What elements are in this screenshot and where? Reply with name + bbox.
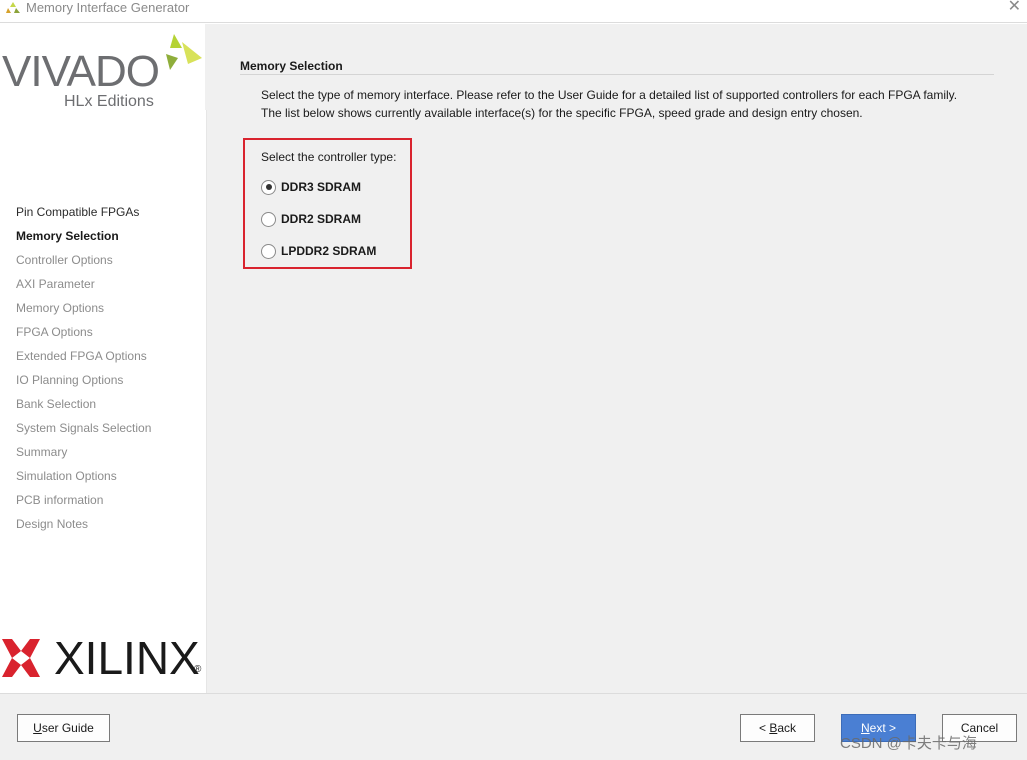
vivado-logo-mark bbox=[166, 34, 202, 70]
radio-ddr3-sdram[interactable]: DDR3 SDRAM bbox=[261, 178, 361, 196]
vivado-logo: VIVADO HLx Editions bbox=[0, 24, 207, 134]
sidebar-item-axi-parameter[interactable]: AXI Parameter bbox=[16, 276, 151, 300]
xilinx-logo-word: XILINX bbox=[54, 632, 200, 684]
page-description: Select the type of memory interface. Ple… bbox=[261, 86, 1001, 122]
sidebar: VIVADO HLx Editions Pin Compatible FPGAs… bbox=[0, 24, 207, 693]
radio-label[interactable]: DDR2 SDRAM bbox=[281, 212, 361, 226]
sidebar-item-io-planning-options[interactable]: IO Planning Options bbox=[16, 372, 151, 396]
main-panel: Memory Selection Select the type of memo… bbox=[207, 24, 1027, 693]
radio-button[interactable] bbox=[261, 179, 276, 195]
radio-button[interactable] bbox=[261, 243, 276, 259]
vivado-logo-word: VIVADO bbox=[2, 47, 160, 96]
sidebar-item-pcb-information[interactable]: PCB information bbox=[16, 492, 151, 516]
xilinx-logo: XILINX ® bbox=[0, 629, 207, 689]
sidebar-item-design-notes[interactable]: Design Notes bbox=[16, 516, 151, 540]
user-guide-mnemonic: U bbox=[33, 721, 42, 735]
radio-lpddr2-sdram[interactable]: LPDDR2 SDRAM bbox=[261, 242, 376, 260]
registered-mark: ® bbox=[194, 664, 202, 675]
sidebar-item-pin-compatible-fpgas[interactable]: Pin Compatible FPGAs bbox=[16, 204, 151, 228]
vivado-app-icon bbox=[6, 2, 20, 13]
sidebar-item-bank-selection[interactable]: Bank Selection bbox=[16, 396, 151, 420]
description-line-2: The list below shows currently available… bbox=[261, 106, 863, 120]
back-button[interactable]: < Back bbox=[740, 714, 815, 742]
close-icon[interactable]: ✕ bbox=[1008, 0, 1021, 15]
radio-label[interactable]: LPDDR2 SDRAM bbox=[281, 244, 376, 258]
xilinx-logo-mark bbox=[2, 639, 40, 677]
sidebar-item-extended-fpga-options[interactable]: Extended FPGA Options bbox=[16, 348, 151, 372]
title-bar: Memory Interface Generator ✕ bbox=[0, 0, 1027, 23]
radio-label[interactable]: DDR3 SDRAM bbox=[281, 180, 361, 194]
sidebar-item-simulation-options[interactable]: Simulation Options bbox=[16, 468, 151, 492]
sidebar-item-memory-options[interactable]: Memory Options bbox=[16, 300, 151, 324]
page-title: Memory Selection bbox=[240, 59, 343, 73]
back-prefix: < bbox=[758, 721, 770, 735]
controller-type-group: Select the controller type: DDR3 SDRAM D… bbox=[243, 138, 412, 269]
controller-type-label: Select the controller type: bbox=[261, 150, 397, 164]
hlx-editions-label: HLx Editions bbox=[64, 93, 154, 110]
description-line-1: Select the type of memory interface. Ple… bbox=[261, 88, 958, 102]
sidebar-item-memory-selection[interactable]: Memory Selection bbox=[16, 228, 151, 252]
csdn-watermark: CSDN @卡夫卡与海 bbox=[840, 735, 977, 752]
sidebar-item-controller-options[interactable]: Controller Options bbox=[16, 252, 151, 276]
window-title: Memory Interface Generator bbox=[26, 0, 190, 15]
user-guide-label: ser Guide bbox=[41, 721, 94, 735]
user-guide-button[interactable]: User Guide bbox=[17, 714, 110, 742]
sidebar-item-summary[interactable]: Summary bbox=[16, 444, 151, 468]
back-label: ack bbox=[777, 721, 797, 735]
radio-ddr2-sdram[interactable]: DDR2 SDRAM bbox=[261, 210, 361, 228]
wizard-steps-nav: Pin Compatible FPGAs Memory Selection Cont… bbox=[16, 204, 151, 540]
sidebar-item-fpga-options[interactable]: FPGA Options bbox=[16, 324, 151, 348]
title-divider bbox=[240, 74, 994, 75]
sidebar-item-system-signals-selection[interactable]: System Signals Selection bbox=[16, 420, 151, 444]
radio-button[interactable] bbox=[261, 211, 276, 227]
